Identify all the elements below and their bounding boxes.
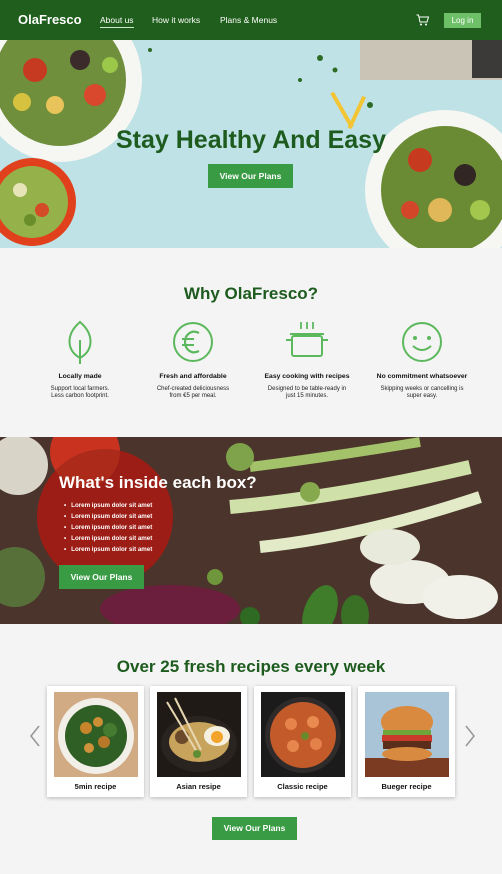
feature-desc-line: Support local farmers. [50,386,110,392]
hero-view-plans-button[interactable]: View Our Plans [208,164,293,188]
box-items-list: Lorem ipsum dolor sit amet Lorem ipsum d… [64,500,152,555]
nav-plans-menus[interactable]: Plans & Menus [220,15,277,25]
feature-desc: Chef-created deliciousness from €5 per m… [138,386,248,400]
list-item: Lorem ipsum dolor sit amet [64,522,152,533]
feature-desc-line: Skipping weeks or cancelling is [380,386,464,392]
recipe-label: 5min recipe [74,782,117,791]
feature-fresh-affordable: Fresh and affordable Chef-created delici… [138,320,248,400]
recipe-image [365,692,449,777]
feature-title: Fresh and affordable [159,373,227,380]
recipe-card-classic[interactable]: Classic recipe [254,686,351,797]
list-item: Lorem ipsum dolor sit amet [64,500,152,511]
feature-desc-line: from €5 per meal. [169,393,217,399]
box-view-plans-button[interactable]: View Our Plans [59,565,144,589]
feature-title: No commitment whatsoever [376,373,468,380]
feature-desc: Support local farmers. Less carbon footp… [25,386,135,400]
feature-desc: Designed to be table-ready in just 15 mi… [252,386,362,400]
feature-desc-line: Chef-created deliciousness [156,386,230,392]
chevron-left-icon[interactable] [29,724,41,748]
recipe-card-5min[interactable]: 5min recipe [47,686,144,797]
recipe-label: Asian resipe [176,782,221,791]
why-title: Why OlaFresco? [183,284,319,303]
top-nav: OlaFresco About us How it works Plans & … [0,0,502,40]
recipe-card-burger[interactable]: Bueger recipe [358,686,455,797]
feature-desc: Skipping weeks or cancelling is super ea… [367,386,477,400]
pot-icon [286,322,328,357]
nav-how-it-works[interactable]: How it works [152,15,200,25]
hero-title: Stay Healthy And Easy [115,126,386,154]
recipes-view-plans-button[interactable]: View Our Plans [212,817,297,840]
feature-title: Easy cooking with recipes [264,373,350,380]
box-section: What's inside each box? Lorem ipsum dolo… [0,437,502,624]
recipe-label: Classic recipe [277,782,328,791]
nav-about-us[interactable]: About us [100,15,134,28]
leaf-icon [68,320,92,364]
list-item: Lorem ipsum dolor sit amet [64,511,152,522]
recipes-section: Over 25 fresh recipes every week 5min re… [0,624,502,874]
recipes-title: Over 25 fresh recipes every week [116,657,386,676]
recipe-card-asian[interactable]: Asian resipe [150,686,247,797]
login-button[interactable]: Log in [444,13,481,28]
recipe-label: Bueger recipe [381,782,432,791]
feature-desc-line: Less carbon footprint. [51,393,109,399]
brand-logo[interactable]: OlaFresco [18,12,82,27]
smiley-icon [402,322,442,362]
euro-icon [173,322,213,362]
recipe-image [261,692,345,777]
hero-banner: Stay Healthy And Easy View Our Plans [0,40,502,248]
why-section: Why OlaFresco? Locally made Support loca… [0,248,502,437]
recipe-image [157,692,241,777]
feature-no-commitment: No commitment whatsoever Skipping weeks … [367,320,477,400]
list-item: Lorem ipsum dolor sit amet [64,544,152,555]
feature-locally-made: Locally made Support local farmers. Less… [25,320,135,400]
feature-easy-cooking: Easy cooking with recipes Designed to be… [252,320,362,400]
box-title: What's inside each box? [59,473,257,492]
feature-desc-line: Designed to be table-ready in [267,386,347,392]
list-item: Lorem ipsum dolor sit amet [64,533,152,544]
chevron-right-icon[interactable] [464,724,476,748]
feature-desc-line: just 15 minutes. [285,393,329,399]
feature-desc-line: super easy. [406,393,438,399]
feature-title: Locally made [58,373,102,380]
cart-icon[interactable] [416,14,429,26]
recipe-image [54,692,138,777]
